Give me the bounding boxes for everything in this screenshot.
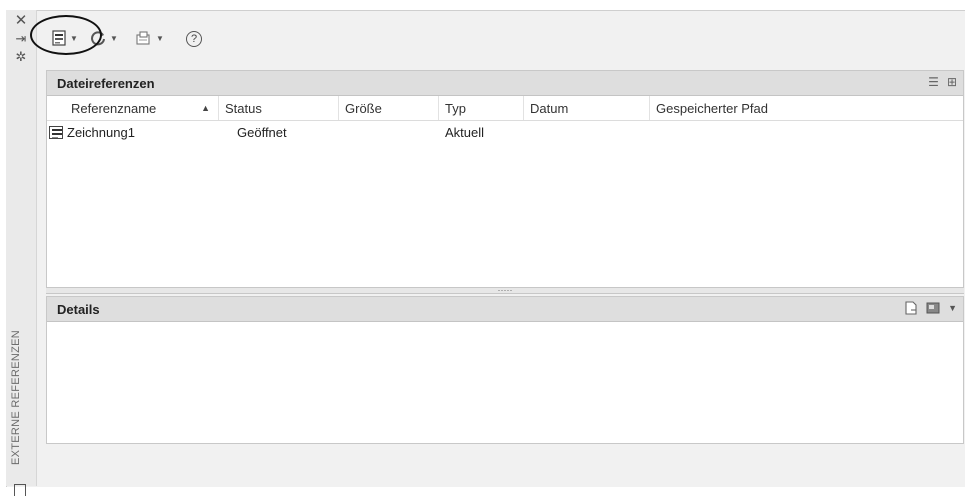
properties-icon[interactable]: ✲ xyxy=(6,50,36,64)
file-references-panel: Dateireferenzen ☰ ⊞ Referenzname ▲ Statu… xyxy=(46,70,964,288)
palette-sidebar: ✕ ⇥ ✲ EXTERNE REFERENZEN xyxy=(6,10,37,496)
cell-typ: Aktuell xyxy=(445,124,485,140)
column-header-referenzname[interactable]: Referenzname ▲ xyxy=(47,96,219,120)
cell-referenzname: Zeichnung1 xyxy=(47,125,219,140)
file-references-title: Dateireferenzen xyxy=(57,75,155,91)
change-path-button[interactable]: ▼ xyxy=(136,26,164,50)
palette-title: EXTERNE REFERENZEN xyxy=(10,330,22,465)
help-icon: ? xyxy=(186,31,202,47)
change-path-icon xyxy=(136,31,150,45)
refresh-button[interactable]: ▼ xyxy=(90,26,118,50)
refresh-dropdown-arrow[interactable]: ▼ xyxy=(110,34,118,43)
attach-dwg-icon xyxy=(52,30,66,46)
tree-view-icon[interactable]: ⊞ xyxy=(947,75,957,89)
list-view-icon[interactable]: ☰ xyxy=(928,75,939,89)
column-header-status[interactable]: Status xyxy=(219,96,339,120)
sort-ascending-icon: ▲ xyxy=(201,103,210,113)
table-row[interactable]: Zeichnung1 Geöffnet Aktuell xyxy=(47,121,963,143)
drawing-file-icon xyxy=(49,125,63,139)
column-header-gespeicherter-pfad[interactable]: Gespeicherter Pfad xyxy=(650,96,963,120)
details-tools: ▼ xyxy=(904,301,957,315)
details-view-icon[interactable] xyxy=(904,301,918,315)
change-path-dropdown-arrow[interactable]: ▼ xyxy=(156,34,164,43)
close-icon[interactable]: ✕ xyxy=(6,13,36,28)
preview-icon[interactable] xyxy=(926,301,940,315)
auto-hide-icon[interactable]: ⇥ xyxy=(6,32,36,46)
column-header-typ[interactable]: Typ xyxy=(439,96,524,120)
file-references-header: Dateireferenzen ☰ ⊞ xyxy=(47,71,963,96)
attach-dropdown-arrow[interactable]: ▼ xyxy=(70,34,78,43)
view-toggle-group: ☰ ⊞ xyxy=(928,75,957,89)
help-button[interactable]: ? xyxy=(186,27,202,51)
splitter-grip: ····· xyxy=(497,285,513,295)
details-title: Details xyxy=(57,301,100,317)
attach-button[interactable]: ▼ xyxy=(52,26,78,50)
cell-status: Geöffnet xyxy=(237,124,287,140)
column-header-datum[interactable]: Datum xyxy=(524,96,650,120)
column-header-groesse[interactable]: Größe xyxy=(339,96,439,120)
refresh-icon xyxy=(91,31,105,46)
details-panel: Details ▼ xyxy=(46,296,964,444)
details-menu-arrow-icon[interactable]: ▼ xyxy=(948,303,957,313)
details-header: Details ▼ xyxy=(47,297,963,322)
column-header-row: Referenzname ▲ Status Größe Typ Datum Ge… xyxy=(47,96,963,121)
panel-splitter[interactable]: ····· xyxy=(46,285,964,295)
